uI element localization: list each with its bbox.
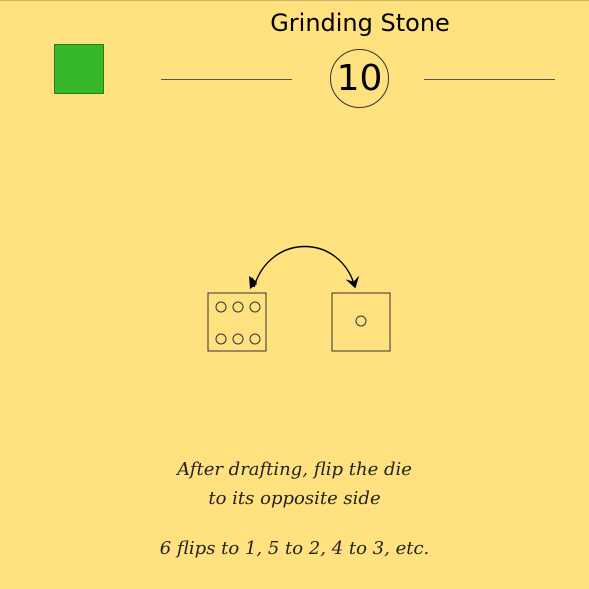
die-six-icon [207,292,267,352]
rules-line-3: 6 flips to 1, 5 to 2, 4 to 3, etc. [159,538,430,559]
flip-arrow [253,245,360,289]
die-one-icon [331,292,391,352]
rules-line-2: to its opposite side [208,488,381,509]
rules-line-1: After drafting, flip the die [177,459,412,480]
game-card: Grinding Stone 10 After drafting, flip t… [0,0,589,589]
flip-arrow-head-left-fill [249,276,257,289]
